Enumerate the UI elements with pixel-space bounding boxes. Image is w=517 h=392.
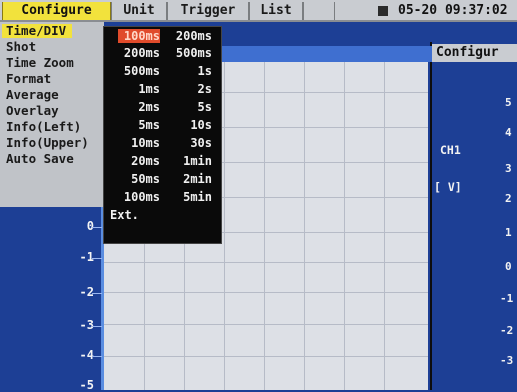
grid-line — [384, 62, 385, 390]
time-div-option[interactable]: 2s — [162, 82, 212, 96]
menu-item-shot[interactable]: Shot — [6, 40, 36, 54]
grid-line — [104, 262, 428, 263]
right-panel-title: Configur — [432, 44, 517, 62]
menu-item-overlay[interactable]: Overlay — [6, 104, 59, 118]
y-axis-label: -4 — [79, 348, 94, 362]
y-tick — [92, 326, 102, 327]
grid-line — [104, 292, 428, 293]
scale-label: 5 — [505, 96, 512, 109]
time-div-option[interactable]: 5min — [162, 190, 212, 204]
time-div-option[interactable]: 5s — [162, 100, 212, 114]
y-axis-label: -2 — [79, 285, 94, 299]
menu-item-auto-save[interactable]: Auto Save — [6, 152, 74, 166]
configure-menu: Time/DIV Shot Time Zoom Format Average O… — [0, 22, 104, 207]
time-div-option[interactable]: 1min — [162, 154, 212, 168]
time-div-option[interactable]: 2min — [162, 172, 212, 186]
time-div-option[interactable]: 1ms — [106, 82, 160, 96]
scale-label: 0 — [505, 260, 512, 273]
time-div-option[interactable]: 100ms — [106, 190, 160, 204]
y-tick — [92, 293, 102, 294]
y-axis-label: -3 — [79, 318, 94, 332]
time-div-option[interactable]: 5ms — [106, 118, 160, 132]
menu-item-time-zoom[interactable]: Time Zoom — [6, 56, 74, 70]
grid-line — [104, 356, 428, 357]
time-div-option[interactable]: 10s — [162, 118, 212, 132]
grid-line — [264, 62, 265, 390]
time-div-submenu: 100ms 200ms 200ms 500ms 500ms 1s 1ms 2s … — [103, 26, 222, 244]
menu-item-info-upper[interactable]: Info(Upper) — [6, 136, 89, 150]
time-div-option[interactable]: 200ms — [162, 29, 212, 43]
time-div-option-external[interactable]: Ext. — [110, 208, 150, 222]
scale-label: -1 — [500, 292, 514, 305]
unit-label: [ V] — [434, 180, 462, 194]
time-div-option[interactable]: 100ms — [118, 29, 160, 43]
y-tick — [92, 227, 102, 228]
menu-item-format[interactable]: Format — [6, 72, 51, 86]
scale-label: 2 — [505, 192, 512, 205]
time-div-option[interactable]: 30s — [162, 136, 212, 150]
time-div-option[interactable]: 500ms — [106, 64, 160, 78]
scale-label: -2 — [500, 324, 514, 337]
menu-item-info-left[interactable]: Info(Left) — [6, 120, 81, 134]
scale-label: 1 — [505, 226, 512, 239]
y-axis-label: -1 — [79, 250, 94, 264]
scale-label: -3 — [500, 354, 514, 367]
time-div-option[interactable]: 50ms — [106, 172, 160, 186]
time-div-option[interactable]: 2ms — [106, 100, 160, 114]
graph-header — [222, 46, 432, 62]
grid-line — [344, 62, 345, 390]
tab-unit[interactable]: Unit — [111, 2, 167, 20]
time-div-option[interactable]: 200ms — [106, 46, 160, 60]
y-axis-label: 0 — [86, 219, 94, 233]
right-panel — [430, 42, 517, 390]
status-indicator-icon — [378, 6, 388, 16]
time-div-option[interactable]: 1s — [162, 64, 212, 78]
scale-label: 4 — [505, 126, 512, 139]
time-div-option[interactable]: 20ms — [106, 154, 160, 168]
time-div-option[interactable]: 10ms — [106, 136, 160, 150]
menu-item-time-div[interactable]: Time/DIV — [2, 24, 73, 38]
menu-item-average[interactable]: Average — [6, 88, 59, 102]
grid-line — [224, 62, 225, 390]
channel-label: CH1 — [440, 143, 461, 157]
grid-line — [304, 62, 305, 390]
tab-trigger[interactable]: Trigger — [167, 2, 249, 20]
y-tick — [92, 258, 102, 259]
grid-line — [104, 324, 428, 325]
scale-label: 3 — [505, 162, 512, 175]
tab-list[interactable]: List — [249, 2, 303, 20]
tab-configure[interactable]: Configure — [2, 2, 111, 20]
y-tick — [92, 356, 102, 357]
clock: 05-20 09:37:02 — [398, 3, 508, 18]
tab-blank[interactable] — [303, 2, 335, 20]
time-div-option[interactable]: 500ms — [162, 46, 212, 60]
menu-bar: Configure Unit Trigger List 05-20 09:37:… — [0, 0, 517, 22]
